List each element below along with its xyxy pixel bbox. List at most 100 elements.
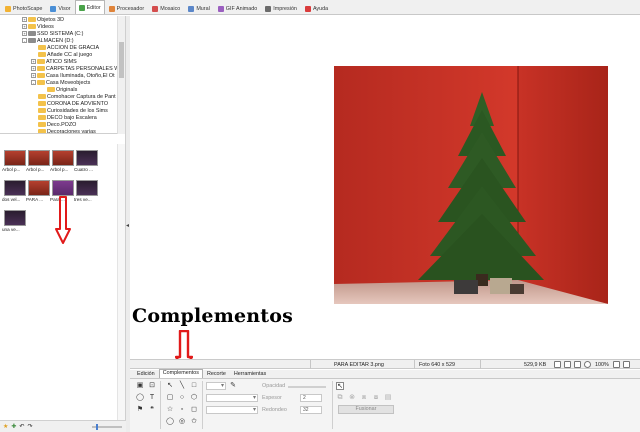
expand-icon[interactable]: + (22, 17, 27, 22)
ring-icon[interactable]: ◎ (178, 418, 186, 426)
thumbnail[interactable]: una ve... (2, 210, 26, 232)
star-shape-icon[interactable]: ☆ (166, 406, 174, 414)
tree-item[interactable]: + SSD SISTEMA (C:) (22, 30, 83, 37)
circle-icon[interactable]: ◯ (166, 418, 174, 426)
thumbnail-caption: tres ve... (74, 197, 92, 202)
square-icon[interactable]: ▫ (178, 406, 186, 414)
tool-tab-edici-n[interactable]: Edición (133, 370, 159, 378)
thumbnail[interactable]: PARA ... (26, 180, 50, 202)
tree-item[interactable]: ACCION DE GRACIA (31, 44, 99, 51)
thumbnail[interactable]: Cuatro ... (74, 150, 98, 172)
tab-gif-animado[interactable]: GIF Animado (214, 2, 261, 14)
collapse-icon[interactable]: - (31, 80, 36, 85)
tool-tab-herramientas[interactable]: Herramientas (230, 370, 270, 378)
send-back-icon[interactable]: ⧇ (372, 394, 380, 402)
tree-item[interactable]: CORONA DE ADVIENTO (31, 100, 108, 107)
expand-icon[interactable]: + (31, 59, 36, 64)
fit-window-icon[interactable] (554, 361, 561, 368)
symbol-icon[interactable]: ⚑ (136, 406, 144, 414)
combine-icon (188, 5, 195, 12)
tab-mosaico[interactable]: Mosaico (148, 2, 184, 14)
ellipse-icon[interactable]: ○ (178, 394, 186, 402)
tree-item[interactable]: Decoraciones varias (31, 128, 96, 133)
tool-tab-complementos[interactable]: Complementos (158, 369, 203, 378)
view-slider-handle[interactable] (96, 424, 98, 430)
properties-icon[interactable]: ▤ (384, 394, 392, 402)
tree-item[interactable]: - ALMACEN (D:) (22, 37, 74, 44)
tree-item[interactable]: Deco.POZO (31, 121, 76, 128)
tool-separator (160, 381, 161, 429)
merge-button[interactable]: Fusionar (338, 405, 394, 414)
tree-item[interactable]: DECO bajo Escalera (31, 114, 97, 121)
expand-icon[interactable]: + (31, 73, 36, 78)
redo-icon[interactable]: ↷ (27, 423, 32, 430)
speech-shape-icon[interactable]: ◻ (190, 406, 198, 414)
line-icon[interactable]: ╲ (178, 382, 186, 390)
folder-tree-scrollbar[interactable] (117, 16, 125, 134)
tab-editor[interactable]: Editor (74, 0, 105, 14)
undo-icon[interactable]: ↶ (19, 423, 24, 430)
tab-mural[interactable]: Mural (184, 2, 213, 14)
zoom-level[interactable]: 100% (595, 361, 609, 369)
text-icon[interactable]: T (148, 394, 156, 402)
thickness-field[interactable]: 2 (300, 394, 322, 402)
star-outline-icon[interactable]: ✩ (190, 418, 198, 426)
photo-icon[interactable]: ⊡ (148, 382, 156, 390)
line-style-dropdown[interactable] (206, 394, 258, 402)
balloon-icon[interactable]: ◯ (136, 394, 144, 402)
tab-photoscape[interactable]: PhotoScape (1, 2, 46, 14)
thumbnail[interactable]: Arbol p... (26, 150, 50, 172)
tree-item[interactable]: + ATICO SIMS (31, 58, 77, 65)
zoom-in-icon[interactable] (613, 361, 620, 368)
tab-procesador[interactable]: Procesador (105, 2, 149, 14)
thumbnail[interactable]: Arbol p... (50, 150, 74, 172)
copy-icon[interactable]: ⧉ (336, 394, 344, 402)
frame-icon[interactable]: ▣ (136, 382, 144, 390)
quote-icon[interactable]: ❝ (148, 406, 156, 414)
tree-item[interactable]: + CARPETAS PERSONALES W (31, 65, 119, 72)
tree-item[interactable]: + Casa Iluminada, Otoño,El Ot (31, 72, 115, 79)
add-favorite-icon[interactable]: ✚ (11, 423, 16, 430)
expand-icon[interactable]: + (22, 31, 27, 36)
rounded-field[interactable]: 32 (300, 406, 322, 414)
tree-item[interactable]: Comohacer Captura de Pant (31, 93, 116, 100)
tree-item[interactable]: Originals (40, 86, 77, 93)
opacity-slider[interactable] (288, 386, 326, 388)
fill-style-dropdown[interactable] (206, 406, 258, 414)
fullscreen-icon[interactable] (574, 361, 581, 368)
eyedropper-icon[interactable]: ✎ (229, 382, 237, 390)
tree-item[interactable]: Añade CC al juego (31, 51, 92, 58)
tab-impresi-n[interactable]: Impresión (261, 2, 301, 14)
thumbnail-scrollbar[interactable] (117, 144, 125, 432)
viewer-icon (50, 5, 57, 12)
pointer-icon[interactable]: ↖ (336, 382, 344, 390)
hexagon-icon[interactable]: ⬡ (190, 394, 198, 402)
tree-item[interactable]: + Vídeos (22, 23, 54, 30)
thumbnail[interactable]: tres ve... (74, 180, 98, 202)
tree-item[interactable]: - Casa Moveobjects (31, 79, 90, 86)
tree-item[interactable]: Curiosidades de los Sims (31, 107, 108, 114)
delete-icon[interactable]: ⊗ (348, 394, 356, 402)
status-file-size: 529,9 KB (524, 362, 547, 368)
folder-tree[interactable]: + Objetos 3D + Vídeos + SSD SISTEMA (C:) - ALMA… (0, 16, 126, 134)
expand-icon[interactable]: + (22, 24, 27, 29)
zoom-icon[interactable] (584, 361, 591, 368)
folder-tree-scroll-thumb[interactable] (119, 42, 124, 78)
collapse-icon[interactable]: - (22, 38, 27, 43)
bring-front-icon[interactable]: ⧈ (360, 394, 368, 402)
thickness-label: Espesor (262, 395, 282, 401)
rounded-rect-icon[interactable]: ▢ (166, 394, 174, 402)
tool-tab-recorte[interactable]: Recorte (203, 370, 230, 378)
tree-item[interactable]: + Objetos 3D (22, 16, 64, 23)
rectangle-icon[interactable]: □ (190, 382, 198, 390)
expand-icon[interactable]: + (31, 66, 36, 71)
thumbnail[interactable]: Arbol p... (2, 150, 26, 172)
compare-icon[interactable] (564, 361, 571, 368)
select-arrow-icon[interactable]: ↖ (166, 382, 174, 390)
thumbnail[interactable]: dos vel... (2, 180, 26, 202)
zoom-out-icon[interactable] (623, 361, 630, 368)
color-dropdown[interactable] (206, 382, 226, 390)
star-icon[interactable]: ★ (3, 423, 8, 430)
tab-ayuda[interactable]: Ayuda (301, 2, 332, 14)
tab-visor[interactable]: Visor (46, 2, 74, 14)
